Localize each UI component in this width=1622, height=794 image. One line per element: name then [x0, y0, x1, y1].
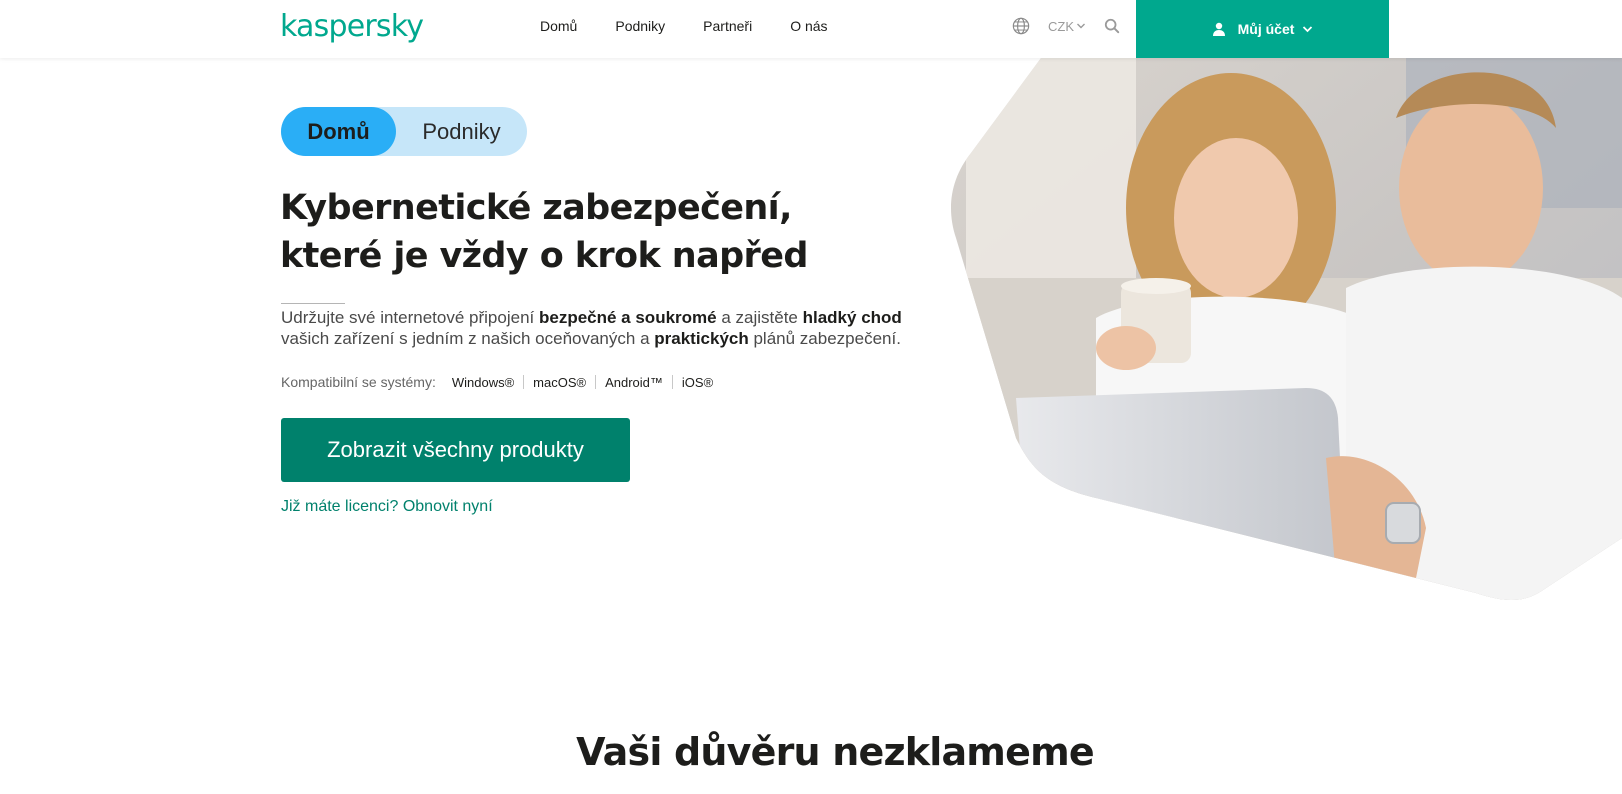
chevron-down-icon — [1303, 26, 1313, 33]
globe-icon[interactable] — [1012, 17, 1030, 35]
hero-title-line-1: Kybernetické zabezpečení, — [280, 188, 792, 228]
search-icon[interactable] — [1104, 18, 1120, 34]
compatibility-row: Kompatibilní se systémy: Windows® macOS®… — [281, 374, 713, 390]
hero-text-bold: bezpečné a soukromé — [538, 308, 717, 327]
header-tools: CZK — [1012, 0, 1120, 52]
site-header: kaspersky Domů Podniky Partneři O nás CZ… — [0, 0, 1622, 58]
system-ios: iOS® — [681, 374, 714, 390]
hero-text-bold: hladký chod — [802, 308, 902, 327]
toggle-business[interactable]: Podniky — [396, 107, 527, 156]
show-all-products-button[interactable]: Zobrazit všechny produkty — [281, 418, 630, 482]
nav-item-business[interactable]: Podniky — [615, 18, 665, 34]
hero-text-part: plánů zabezpečení. — [748, 329, 901, 348]
section-title-trust: Vaši důvěru nezklameme — [576, 730, 1094, 774]
separator — [671, 375, 673, 389]
hero-text-part: Udržujte své internetové připojení — [281, 308, 539, 327]
system-android: Android™ — [605, 374, 663, 390]
system-windows: Windows® — [451, 374, 515, 390]
chevron-down-icon — [1077, 23, 1085, 29]
nav-item-about[interactable]: O nás — [790, 18, 827, 34]
currency-label: CZK — [1048, 18, 1074, 34]
compatibility-label: Kompatibilní se systémy: — [281, 374, 436, 390]
title-divider — [281, 303, 345, 304]
nav-item-home[interactable]: Domů — [540, 18, 577, 34]
currency-selector[interactable]: CZK — [1048, 19, 1086, 34]
hero-text-part: a zajistěte — [716, 308, 803, 327]
hero-title-line-2: které je vždy o krok napřed — [280, 236, 808, 276]
hero-text-part: vašich zařízení s jedním z našich oceňov… — [281, 329, 655, 348]
toggle-home[interactable]: Domů — [281, 107, 396, 156]
segment-toggle: Domů Podniky — [281, 107, 527, 156]
my-account-label: Můj účet — [1237, 21, 1295, 37]
hero-text-bold: praktických — [654, 329, 749, 348]
user-icon — [1212, 22, 1225, 36]
nav-item-partners[interactable]: Partneři — [703, 18, 752, 34]
hero-title: Kybernetické zabezpečení, které je vždy … — [280, 184, 920, 280]
renew-license-link[interactable]: Již máte licenci? Obnovit nyní — [281, 498, 493, 516]
system-macos: macOS® — [533, 374, 587, 390]
separator — [523, 375, 525, 389]
hero-description: Udržujte své internetové připojení bezpe… — [281, 307, 941, 349]
my-account-button[interactable]: Můj účet — [1136, 0, 1389, 58]
hero-photo-couple — [951, 58, 1622, 600]
separator — [595, 375, 597, 389]
kaspersky-logo[interactable]: kaspersky — [280, 9, 424, 44]
main-nav: Domů Podniky Partneři O nás — [540, 0, 866, 52]
